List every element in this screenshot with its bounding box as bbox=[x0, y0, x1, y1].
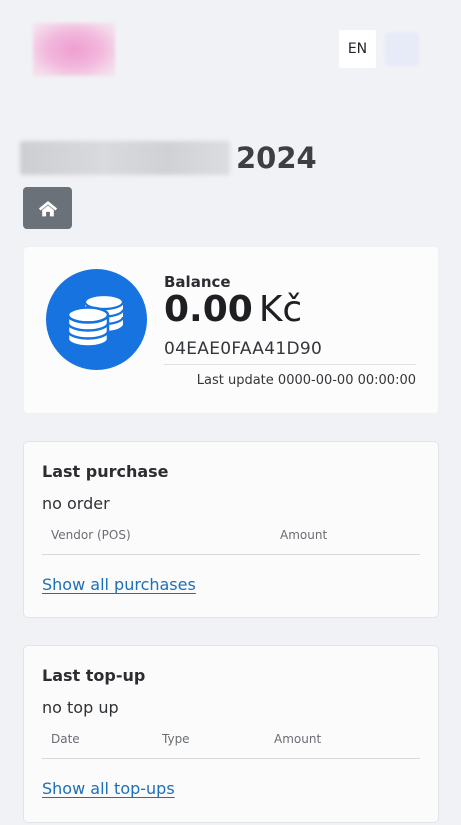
card-id: 04EAE0FAA41D90 bbox=[164, 339, 323, 359]
last-topup-title: Last top-up bbox=[42, 666, 146, 685]
last-purchase-title: Last purchase bbox=[42, 462, 169, 481]
column-header-vendor: Vendor (POS) bbox=[51, 528, 131, 542]
last-topup-empty: no top up bbox=[42, 698, 119, 717]
column-header-date: Date bbox=[51, 732, 80, 746]
last-update: Last update 0000-00-00 00:00:00 bbox=[197, 373, 416, 388]
column-header-amount: Amount bbox=[274, 732, 322, 746]
last-purchase-empty: no order bbox=[42, 494, 110, 513]
purchase-table-header: Vendor (POS) Amount bbox=[42, 528, 420, 555]
balance-amount: 0.00 Kč bbox=[164, 289, 302, 330]
page: EN 2024 Balance 0.00 Kč 04EAE0FAA41D90 L… bbox=[0, 0, 461, 825]
show-all-purchases-link[interactable]: Show all purchases bbox=[42, 575, 196, 594]
language-label: EN bbox=[347, 41, 368, 57]
column-header-type: Type bbox=[162, 732, 190, 746]
event-name-redacted bbox=[20, 141, 230, 175]
last-purchase-card: Last purchase no order Vendor (POS) Amou… bbox=[23, 441, 439, 618]
divider bbox=[164, 364, 416, 365]
balance-card: Balance 0.00 Kč 04EAE0FAA41D90 Last updat… bbox=[23, 246, 439, 414]
topup-table-header: Date Type Amount bbox=[42, 732, 420, 759]
balance-value: 0.00 bbox=[164, 289, 253, 330]
last-topup-card: Last top-up no top up Date Type Amount S… bbox=[23, 645, 439, 823]
last-update-value: 0000-00-00 00:00:00 bbox=[277, 373, 416, 388]
last-update-label: Last update bbox=[196, 373, 274, 388]
brand-logo[interactable] bbox=[33, 23, 115, 76]
event-year: 2024 bbox=[236, 141, 317, 175]
user-menu-button[interactable] bbox=[385, 32, 419, 66]
coins-icon bbox=[46, 269, 147, 370]
home-button[interactable] bbox=[23, 187, 72, 229]
language-switch-button[interactable]: EN bbox=[339, 30, 376, 68]
show-all-topups-link[interactable]: Show all top-ups bbox=[42, 779, 175, 798]
page-title: 2024 bbox=[20, 140, 317, 176]
column-header-amount: Amount bbox=[280, 528, 328, 542]
home-icon bbox=[38, 200, 57, 216]
balance-currency: Kč bbox=[258, 289, 303, 330]
